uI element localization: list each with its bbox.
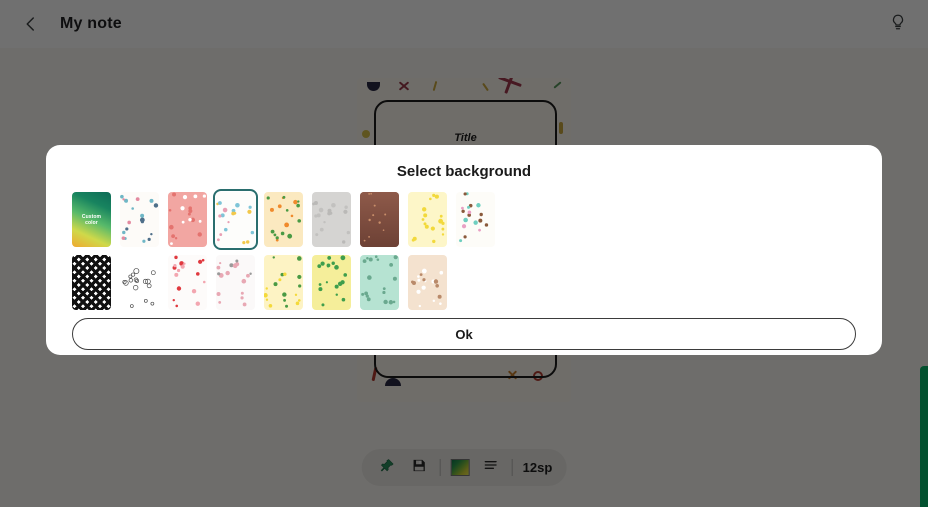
pattern-fill bbox=[168, 192, 206, 245]
pattern-fill bbox=[312, 201, 351, 244]
background-thumb-brown-gradient[interactable] bbox=[360, 192, 399, 247]
pattern-fill bbox=[172, 255, 206, 308]
pattern-fill bbox=[360, 192, 399, 247]
pattern-fill bbox=[122, 268, 156, 308]
dialog-title: Select background bbox=[396, 163, 532, 180]
background-thumb-sea-creatures[interactable] bbox=[120, 192, 159, 247]
app-root: My note Title bbox=[0, 0, 928, 507]
thumbnail-row-2 bbox=[72, 255, 856, 310]
custom-color-label: Custom color bbox=[81, 213, 102, 226]
pattern-fill bbox=[264, 256, 302, 308]
background-thumb-donuts[interactable] bbox=[456, 192, 495, 247]
thumbnail-row-1: Custom color bbox=[72, 189, 856, 250]
background-thumb-green-leaves[interactable] bbox=[312, 255, 351, 310]
background-thumb-pink-bunnies[interactable] bbox=[168, 192, 207, 247]
background-thumb-lemons[interactable] bbox=[264, 255, 303, 310]
pattern-fill bbox=[361, 255, 398, 305]
pattern-fill bbox=[317, 255, 348, 307]
ok-button[interactable]: Ok bbox=[72, 318, 856, 350]
background-thumb-mint-sprigs[interactable] bbox=[360, 255, 399, 310]
pattern-fill bbox=[266, 195, 302, 242]
background-thumb-gray-texture[interactable] bbox=[312, 192, 351, 247]
background-thumb-custom-color[interactable]: Custom color bbox=[72, 192, 111, 247]
background-thumb-red-hearts[interactable] bbox=[168, 255, 207, 310]
background-thumb-gray-cats[interactable] bbox=[216, 255, 255, 310]
background-thumb-oranges[interactable] bbox=[264, 192, 303, 247]
pattern-fill bbox=[120, 194, 159, 243]
pattern-fill bbox=[216, 201, 255, 245]
dialog-actions: Ok bbox=[46, 318, 882, 366]
pattern-fill bbox=[411, 193, 445, 244]
pattern-fill bbox=[410, 268, 444, 308]
background-thumb-tan-flowers[interactable] bbox=[408, 255, 447, 310]
pattern-fill bbox=[72, 255, 111, 310]
background-thumb-line-doodles[interactable] bbox=[120, 255, 159, 310]
background-thumbnail-grid: Custom color bbox=[46, 180, 882, 318]
select-background-dialog: Select background Custom color Ok bbox=[46, 145, 882, 355]
background-thumb-checkered[interactable] bbox=[72, 255, 111, 310]
pattern-fill bbox=[459, 192, 489, 243]
background-thumb-confetti-stars[interactable] bbox=[213, 189, 258, 250]
background-thumb-bananas[interactable] bbox=[408, 192, 447, 247]
pattern-fill bbox=[216, 259, 252, 307]
